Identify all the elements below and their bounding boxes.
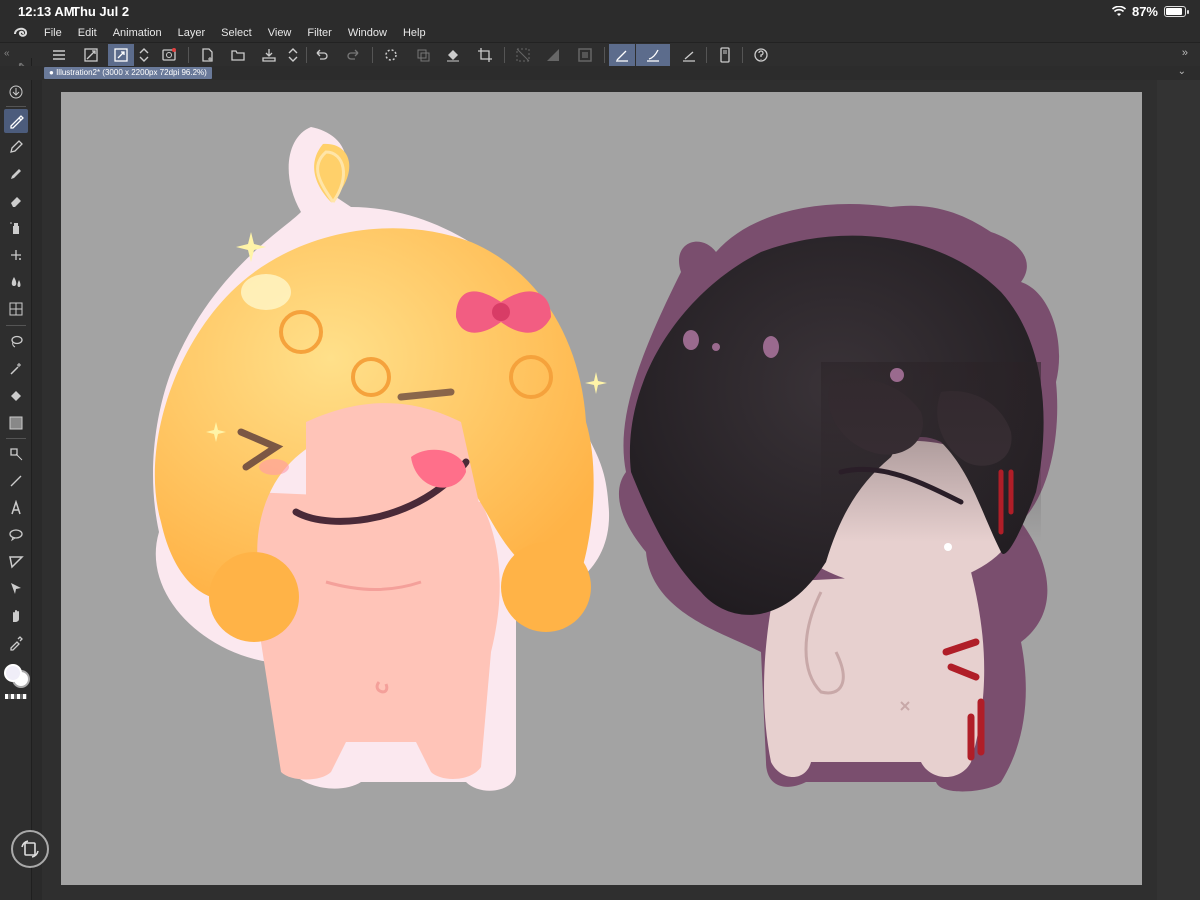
menu-items: File Edit Animation Layer Select View Fi… — [44, 27, 442, 39]
rotate-layers-icon — [21, 840, 39, 858]
menu-view[interactable]: View — [268, 27, 292, 39]
gradient-icon[interactable] — [540, 44, 566, 66]
right-gutter — [1157, 80, 1200, 900]
menu-window[interactable]: Window — [348, 27, 387, 39]
spray-icon[interactable] — [4, 216, 28, 240]
text-icon[interactable] — [4, 496, 28, 520]
magic-wand-icon[interactable] — [4, 357, 28, 381]
lasso-icon[interactable] — [4, 330, 28, 354]
menu-filter[interactable]: Filter — [307, 27, 331, 39]
brush-ruler-icon[interactable] — [636, 44, 670, 66]
left-character — [152, 127, 610, 791]
separator — [306, 47, 307, 63]
loading-icon[interactable] — [378, 44, 404, 66]
eraser-icon[interactable] — [4, 189, 28, 213]
quick-access-button[interactable] — [11, 830, 49, 868]
menu-bar: File Edit Animation Layer Select View Fi… — [0, 24, 1200, 42]
help-icon[interactable] — [748, 44, 774, 66]
shape-icon[interactable] — [4, 442, 28, 466]
copy-icon[interactable] — [410, 44, 436, 66]
tab-dot-icon: ● — [49, 68, 57, 77]
app-logo-icon[interactable] — [12, 25, 30, 41]
separator — [742, 47, 743, 63]
eyedropper-icon[interactable] — [4, 631, 28, 655]
separator — [372, 47, 373, 63]
fill-icon[interactable] — [440, 44, 466, 66]
border-icon[interactable] — [572, 44, 598, 66]
move-icon[interactable] — [4, 577, 28, 601]
expand-icon[interactable] — [78, 44, 104, 66]
deselect-icon[interactable] — [510, 44, 536, 66]
status-date: Thu Jul 2 — [72, 4, 130, 19]
line-icon[interactable] — [4, 469, 28, 493]
document-title: Illustration2* (3000 x 2200px 72dpi 96.2… — [56, 68, 207, 77]
battery-level — [1166, 8, 1182, 15]
wifi-icon — [1111, 6, 1126, 16]
stepper-icon[interactable] — [134, 44, 154, 66]
status-bar: 12:13 AM Thu Jul 2 87% — [0, 0, 1200, 24]
separator — [6, 438, 26, 439]
menu-edit[interactable]: Edit — [78, 27, 97, 39]
battery-percent: 87% — [1131, 4, 1158, 19]
separator — [504, 47, 505, 63]
undo-icon[interactable] — [309, 44, 335, 66]
menu-help[interactable]: Help — [403, 27, 426, 39]
separator — [6, 106, 26, 107]
stepper-icon[interactable] — [283, 44, 303, 66]
phone-icon[interactable] — [712, 44, 738, 66]
save-icon[interactable] — [256, 44, 282, 66]
new-icon[interactable] — [194, 44, 220, 66]
menu-animation[interactable]: Animation — [113, 27, 162, 39]
transparent-color-icon[interactable] — [5, 694, 27, 699]
blend-icon[interactable] — [4, 270, 28, 294]
gradient-icon[interactable] — [4, 411, 28, 435]
pen-icon[interactable] — [4, 109, 28, 133]
main-color-swatch[interactable] — [4, 664, 22, 682]
document-tab-row: ● Illustration2* (3000 x 2200px 72dpi 96… — [0, 66, 1200, 80]
menu-layer[interactable]: Layer — [178, 27, 206, 39]
crop-icon[interactable] — [472, 44, 498, 66]
separator — [604, 47, 605, 63]
download-icon[interactable] — [4, 80, 28, 104]
redo-icon[interactable] — [340, 44, 366, 66]
sparkle-icon[interactable] — [4, 243, 28, 267]
record-icon[interactable] — [156, 44, 182, 66]
marker-icon[interactable] — [4, 162, 28, 186]
status-time: 12:13 AM — [18, 4, 75, 19]
drawing-canvas[interactable] — [61, 92, 1142, 885]
menu-select[interactable]: Select — [221, 27, 252, 39]
separator — [6, 325, 26, 326]
toolbar: ≡ ✎ — [0, 58, 32, 900]
open-icon[interactable] — [225, 44, 251, 66]
artwork — [152, 127, 1060, 792]
speech-bubble-icon[interactable] — [4, 523, 28, 547]
separator — [706, 47, 707, 63]
line-ruler-icon[interactable] — [676, 44, 702, 66]
right-character — [618, 204, 1060, 792]
grid-icon[interactable] — [4, 297, 28, 321]
separator — [188, 47, 189, 63]
menu-icon[interactable] — [46, 44, 72, 66]
pencil-icon[interactable] — [4, 135, 28, 159]
menu-file[interactable]: File — [44, 27, 62, 39]
status-right: 87% — [1111, 4, 1189, 19]
hand-icon[interactable] — [4, 604, 28, 628]
pen-ruler-icon[interactable] — [609, 44, 635, 66]
collapse-right-icon[interactable]: » — [1182, 47, 1188, 59]
command-bar: « » — [0, 42, 1200, 66]
battery-icon — [1164, 6, 1189, 17]
frame-icon[interactable] — [4, 550, 28, 574]
fill-bucket-icon[interactable] — [4, 384, 28, 408]
document-tab[interactable]: ● Illustration2* (3000 x 2200px 72dpi 96… — [44, 67, 212, 79]
chevron-down-icon[interactable]: ⌄ — [1178, 66, 1186, 77]
sidebar-strip — [32, 80, 42, 900]
transform-icon[interactable] — [108, 44, 134, 66]
